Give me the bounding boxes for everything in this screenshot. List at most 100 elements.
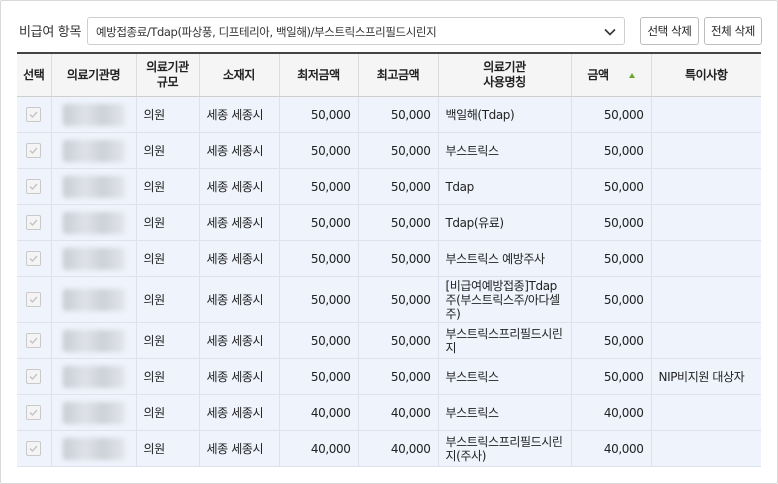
location-cell: 세종 세종시 xyxy=(199,358,280,395)
col-header-size-label: 의료기관 규모 xyxy=(146,60,189,89)
amount-cell: 50,000 xyxy=(571,322,652,359)
delete-selected-button[interactable]: 선택 삭제 xyxy=(640,17,699,45)
usage-name-cell: Tdap xyxy=(438,168,572,205)
amount-cell: 40,000 xyxy=(571,430,652,467)
col-header-usage[interactable]: 의료기관 사용명칭 xyxy=(438,54,572,97)
amount-cell: 50,000 xyxy=(571,240,652,277)
chevron-down-icon xyxy=(603,25,617,39)
max-price-cell: 50,000 xyxy=(358,204,439,241)
table-row[interactable]: 의원 세종 세종시 40,000 40,000 부스트릭스 40,000 xyxy=(17,394,761,431)
row-checkbox[interactable] xyxy=(26,107,42,122)
delete-all-button[interactable]: 전체 삭제 xyxy=(704,17,762,45)
col-header-size[interactable]: 의료기관 규모 xyxy=(136,54,200,97)
min-price-cell: 50,000 xyxy=(279,322,359,359)
usage-name-cell: 부스트릭스 xyxy=(438,394,572,431)
max-price-cell: 50,000 xyxy=(358,240,439,277)
row-checkbox-cell xyxy=(17,322,52,359)
row-checkbox[interactable] xyxy=(26,405,42,420)
col-header-name[interactable]: 의료기관명 xyxy=(51,54,137,97)
row-checkbox-cell xyxy=(17,276,52,323)
note-cell xyxy=(651,430,761,467)
note-cell xyxy=(651,394,761,431)
min-price-cell: 50,000 xyxy=(279,132,359,169)
min-price-cell: 40,000 xyxy=(279,430,359,467)
col-header-location[interactable]: 소재지 xyxy=(199,54,280,97)
max-price-cell: 50,000 xyxy=(358,132,439,169)
amount-cell: 50,000 xyxy=(571,204,652,241)
location-cell: 세종 세종시 xyxy=(199,168,280,205)
col-header-note[interactable]: 특이사항 xyxy=(651,54,761,97)
location-cell: 세종 세종시 xyxy=(199,240,280,277)
amount-cell: 50,000 xyxy=(571,358,652,395)
row-checkbox-cell xyxy=(17,96,52,133)
location-cell: 세종 세종시 xyxy=(199,204,280,241)
table-row[interactable]: 의원 세종 세종시 50,000 50,000 백일해(Tdap) 50,000 xyxy=(17,96,761,133)
usage-name-cell: 부스트릭스 xyxy=(438,358,572,395)
note-cell: NIP비지원 대상자 xyxy=(651,358,761,395)
table-row[interactable]: 의원 세종 세종시 50,000 50,000 [비급여예방접종]Tdap주(부스트릭스… xyxy=(17,276,761,323)
min-price-cell: 50,000 xyxy=(279,240,359,277)
usage-name-cell: Tdap(유료) xyxy=(438,204,572,241)
table-row[interactable]: 의원 세종 세종시 50,000 50,000 부스트릭스 50,000 NIP비지원 대상… xyxy=(17,358,761,395)
row-checkbox[interactable] xyxy=(26,441,42,456)
max-price-cell: 50,000 xyxy=(358,168,439,205)
row-checkbox-cell xyxy=(17,240,52,277)
table-row[interactable]: 의원 세종 세종시 50,000 50,000 Tdap(유료) 50,000 xyxy=(17,204,761,241)
col-header-max[interactable]: 최고금액 xyxy=(358,54,439,97)
location-cell: 세종 세종시 xyxy=(199,132,280,169)
row-checkbox[interactable] xyxy=(26,292,42,307)
min-price-cell: 50,000 xyxy=(279,276,359,323)
row-checkbox[interactable] xyxy=(26,143,42,158)
note-cell xyxy=(651,276,761,323)
filter-bar: 비급여 항목 예방접종료/Tdap(파상풍, 디프테리아, 백일해)/부스트릭스… xyxy=(1,1,777,55)
max-price-cell: 50,000 xyxy=(358,276,439,323)
institution-name-cell xyxy=(51,240,137,277)
amount-cell: 50,000 xyxy=(571,96,652,133)
location-cell: 세종 세종시 xyxy=(199,322,280,359)
size-cell: 의원 xyxy=(136,168,200,205)
row-checkbox-cell xyxy=(17,132,52,169)
min-price-cell: 50,000 xyxy=(279,168,359,205)
size-cell: 의원 xyxy=(136,240,200,277)
size-cell: 의원 xyxy=(136,132,200,169)
redacted-name xyxy=(62,211,125,234)
col-header-amount-label: 금액 xyxy=(587,67,609,82)
institution-name-cell xyxy=(51,322,137,359)
table-row[interactable]: 의원 세종 세종시 50,000 50,000 부스트릭스프리필드시린지 50,000 xyxy=(17,322,761,359)
institution-name-cell xyxy=(51,96,137,133)
institution-name-cell xyxy=(51,132,137,169)
max-price-cell: 40,000 xyxy=(358,394,439,431)
col-header-min[interactable]: 최저금액 xyxy=(279,54,359,97)
usage-name-cell: [비급여예방접종]Tdap주(부스트릭스주/아다셀주) xyxy=(438,276,572,323)
size-cell: 의원 xyxy=(136,358,200,395)
size-cell: 의원 xyxy=(136,96,200,133)
table-row[interactable]: 의원 세종 세종시 50,000 50,000 부스트릭스 50,000 xyxy=(17,132,761,169)
institution-name-cell xyxy=(51,358,137,395)
row-checkbox[interactable] xyxy=(26,215,42,230)
row-checkbox[interactable] xyxy=(26,333,42,348)
row-checkbox[interactable] xyxy=(26,179,42,194)
table-row[interactable]: 의원 세종 세종시 50,000 50,000 Tdap 50,000 xyxy=(17,168,761,205)
col-header-select: 선택 xyxy=(17,54,52,97)
redacted-name xyxy=(62,103,125,126)
row-checkbox[interactable] xyxy=(26,369,42,384)
redacted-name xyxy=(62,365,125,388)
institution-name-cell xyxy=(51,430,137,467)
size-cell: 의원 xyxy=(136,276,200,323)
redacted-name xyxy=(62,401,125,424)
note-cell xyxy=(651,322,761,359)
table-row[interactable]: 의원 세종 세종시 50,000 50,000 부스트릭스 예방주사 50,000 xyxy=(17,240,761,277)
min-price-cell: 50,000 xyxy=(279,204,359,241)
note-cell xyxy=(651,132,761,169)
table-row[interactable]: 의원 세종 세종시 40,000 40,000 부스트릭스프리필드시린지(주사) 40,0… xyxy=(17,430,761,467)
min-price-cell: 50,000 xyxy=(279,96,359,133)
item-select[interactable]: 예방접종료/Tdap(파상풍, 디프테리아, 백일해)/부스트릭스프리필드시린지 xyxy=(87,17,625,45)
institution-name-cell xyxy=(51,204,137,241)
col-header-amount[interactable]: 금액 xyxy=(571,54,652,97)
redacted-name xyxy=(62,288,125,311)
row-checkbox[interactable] xyxy=(26,251,42,266)
location-cell: 세종 세종시 xyxy=(199,394,280,431)
amount-cell: 50,000 xyxy=(571,168,652,205)
max-price-cell: 50,000 xyxy=(358,358,439,395)
row-checkbox-cell xyxy=(17,430,52,467)
